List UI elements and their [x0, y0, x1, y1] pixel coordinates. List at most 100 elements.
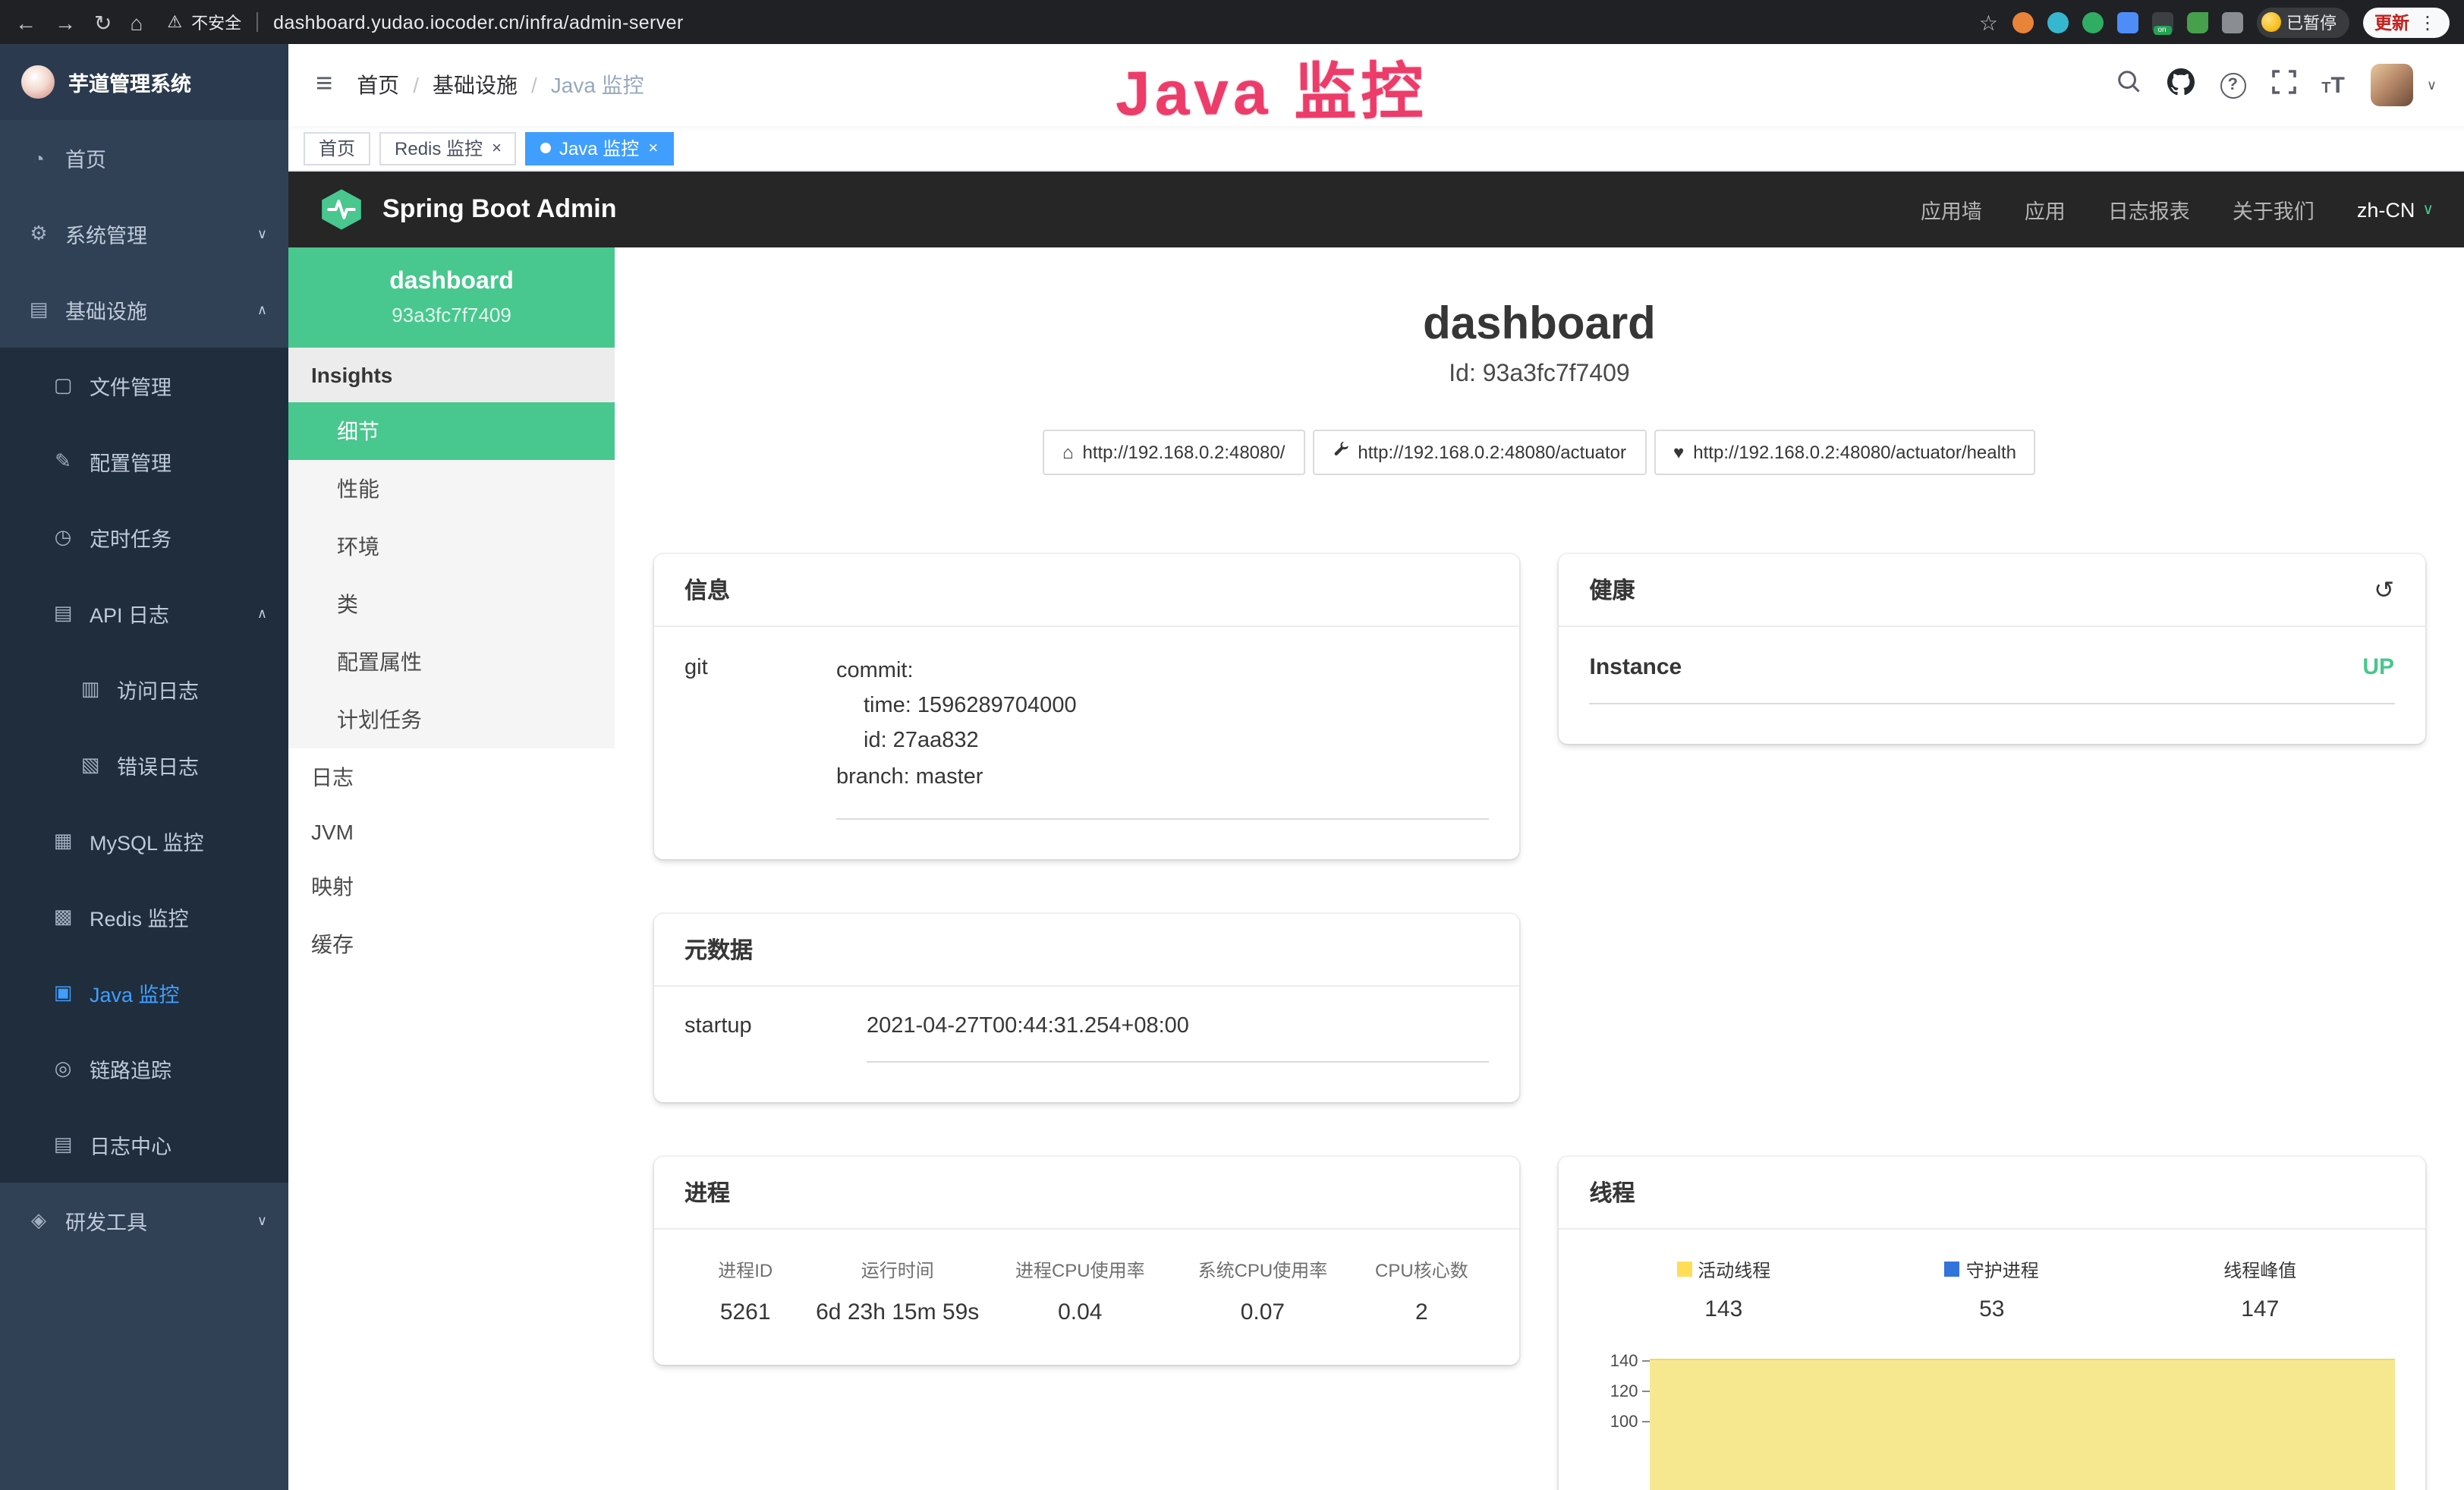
sba-item-jvm[interactable]: JVM	[288, 806, 615, 858]
extension-icon-2[interactable]	[2047, 11, 2068, 33]
profile-paused-chip[interactable]: 已暂停	[2256, 7, 2349, 37]
close-icon[interactable]: ×	[648, 139, 658, 157]
info-card-title: 信息	[654, 554, 1520, 627]
font-size-icon[interactable]: TT	[2321, 72, 2345, 98]
app-frame: 芋道管理系统 ◔ 首页 ⚙ 系统管理 ∨ ▤ 基础设施 ∧ ▢	[0, 44, 2464, 1490]
sidebar-item-java-monitor[interactable]: ▣ Java 监控	[0, 955, 288, 1031]
link-label: http://192.168.0.2:48080/actuator	[1358, 442, 1626, 463]
app-logo[interactable]: 芋道管理系统	[0, 44, 288, 120]
extension-icon-3[interactable]	[2082, 11, 2103, 33]
sidebar-item-trace[interactable]: ◎ 链路追踪	[0, 1031, 288, 1107]
help-icon[interactable]: ?	[2220, 72, 2245, 98]
sba-nav-journal[interactable]: 日志报表	[2108, 194, 2190, 225]
spring-boot-admin: Spring Boot Admin 应用墙 应用 日志报表 关于我们 zh-CN…	[288, 172, 2464, 1490]
paused-label: 已暂停	[2286, 10, 2337, 34]
browser-home-icon[interactable]: ⌂	[130, 11, 143, 33]
sba-nav-applications-wall[interactable]: 应用墙	[1921, 194, 1982, 225]
avatar-caret-icon[interactable]: ∨	[2427, 77, 2437, 93]
sidebar-item-file-management[interactable]: ▢ 文件管理	[0, 348, 288, 424]
process-header: 运行时间	[806, 1257, 989, 1283]
sidebar-item-scheduled-jobs[interactable]: ◷ 定时任务	[0, 499, 288, 575]
breadcrumb-separator: /	[531, 73, 537, 97]
locale-label: zh-CN	[2357, 198, 2415, 221]
extension-icon-1[interactable]	[2012, 11, 2033, 33]
process-header: CPU核心数	[1354, 1257, 1489, 1283]
extension-icon-5[interactable]: on	[2151, 11, 2173, 33]
sba-item-caches[interactable]: 缓存	[288, 915, 615, 973]
redis-icon: ▩	[52, 905, 74, 929]
sidebar-item-system-management[interactable]: ⚙ 系统管理 ∨	[0, 196, 288, 272]
sidebar-item-label: MySQL 监控	[90, 826, 204, 856]
sidebar-item-label: API 日志	[90, 598, 169, 628]
extension-icon-4[interactable]	[2116, 11, 2138, 33]
browser-menu-icon[interactable]: ⋮	[2418, 11, 2437, 33]
breadcrumb-infrastructure[interactable]: 基础设施	[433, 70, 518, 100]
not-secure-warning-icon: ⚠	[167, 12, 182, 32]
history-icon[interactable]: ↺	[2374, 575, 2394, 605]
tag-java-monitor[interactable]: Java 监控 ×	[526, 131, 673, 165]
sba-item-beans[interactable]: 类	[288, 575, 615, 633]
address-bar[interactable]: ⚠ 不安全 dashboard.yudao.iocoder.cn/infra/a…	[167, 10, 683, 34]
process-header: 进程ID	[684, 1257, 806, 1283]
back-icon[interactable]: ←	[15, 11, 36, 33]
sba-item-details[interactable]: 细节	[288, 402, 615, 460]
update-label: 更新	[2374, 10, 2409, 34]
git-key: git	[684, 654, 836, 820]
sidebar-item-home[interactable]: ◔ 首页	[0, 120, 288, 196]
breadcrumb-current: Java 监控	[551, 70, 644, 100]
process-value: 2	[1354, 1299, 1489, 1325]
health-url-button[interactable]: ♥ http://192.168.0.2:48080/actuator/heal…	[1654, 430, 2036, 475]
chevron-down-icon: ∨	[2422, 201, 2434, 218]
sidebar-item-mysql-monitor[interactable]: ▦ MySQL 监控	[0, 803, 288, 879]
sba-body: dashboard 93a3fc7f7409 Insights 细节 性能 环境…	[288, 247, 2464, 1490]
github-icon[interactable]	[2167, 68, 2194, 102]
sba-item-logfile[interactable]: 日志	[288, 748, 615, 806]
sidebar-item-log-center[interactable]: ▤ 日志中心	[0, 1107, 288, 1183]
sba-nav-about[interactable]: 关于我们	[2233, 194, 2315, 225]
user-avatar[interactable]	[2371, 64, 2413, 106]
health-instance-row[interactable]: Instance UP	[1590, 654, 2395, 704]
instance-header[interactable]: dashboard 93a3fc7f7409	[288, 247, 615, 348]
fullscreen-icon[interactable]	[2271, 69, 2296, 101]
app-logo-avatar	[21, 65, 55, 99]
sidebar-item-infrastructure[interactable]: ▤ 基础设施 ∧	[0, 272, 288, 348]
hamburger-icon[interactable]: ≡	[316, 68, 332, 102]
extensions-puzzle-icon[interactable]	[2221, 11, 2242, 33]
sba-item-config-props[interactable]: 配置属性	[288, 633, 615, 691]
threads-chart: 140 120 100	[1590, 1347, 2395, 1490]
dashboard-icon: ◔	[27, 146, 50, 169]
bookmark-star-icon[interactable]: ☆	[1979, 11, 1998, 33]
close-icon[interactable]: ×	[492, 139, 502, 157]
sba-nav-applications[interactable]: 应用	[2025, 194, 2066, 225]
sidebar-item-label: 日志中心	[90, 1129, 172, 1160]
tag-home[interactable]: 首页	[304, 131, 370, 165]
sidebar-item-access-logs[interactable]: ▥ 访问日志	[0, 651, 288, 727]
sidebar-item-config-management[interactable]: ✎ 配置管理	[0, 424, 288, 499]
sba-item-metrics[interactable]: 性能	[288, 460, 615, 518]
url-text: dashboard.yudao.iocoder.cn/infra/admin-s…	[273, 11, 684, 33]
reload-icon[interactable]: ↻	[94, 11, 112, 33]
extension-icon-6[interactable]	[2186, 11, 2208, 33]
sba-item-environment[interactable]: 环境	[288, 518, 615, 575]
status-badge: UP	[2362, 654, 2394, 680]
live-threads-area	[1651, 1359, 2395, 1490]
service-url-button[interactable]: ⌂ http://192.168.0.2:48080/	[1043, 430, 1304, 475]
sidebar-item-redis-monitor[interactable]: ▩ Redis 监控	[0, 879, 288, 955]
tag-redis-monitor[interactable]: Redis 监控 ×	[379, 131, 517, 165]
sidebar-item-dev-tools[interactable]: ◈ 研发工具 ∨	[0, 1183, 288, 1258]
chevron-up-icon: ∧	[257, 301, 267, 318]
forward-icon[interactable]: →	[55, 11, 76, 33]
sidebar-item-error-logs[interactable]: ▧ 错误日志	[0, 727, 288, 803]
clock-icon: ◷	[52, 525, 74, 550]
breadcrumb-home[interactable]: 首页	[357, 70, 399, 100]
sba-item-scheduled-tasks[interactable]: 计划任务	[288, 691, 615, 748]
screenshot-root: ← → ↻ ⌂ ⚠ 不安全 dashboard.yudao.iocoder.cn…	[0, 0, 2464, 1490]
sba-item-mappings[interactable]: 映射	[288, 858, 615, 915]
actuator-url-button[interactable]: http://192.168.0.2:48080/actuator	[1312, 430, 1646, 475]
threads-legend: 活动线程 守护进程 线程峰值	[1590, 1257, 2395, 1322]
locale-select[interactable]: zh-CN ∨	[2357, 198, 2434, 221]
search-icon[interactable]	[2115, 68, 2141, 102]
sba-nav-links: 应用墙 应用 日志报表 关于我们 zh-CN ∨	[1921, 194, 2434, 225]
chrome-update-button[interactable]: 更新 ⋮	[2362, 7, 2449, 37]
sidebar-item-api-logs[interactable]: ▤ API 日志 ∧	[0, 575, 288, 651]
